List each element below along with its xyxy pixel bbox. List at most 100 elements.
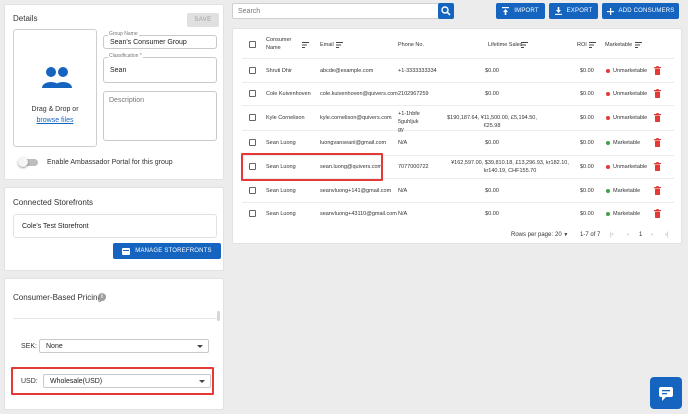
delete-icon[interactable]	[654, 113, 661, 122]
classification-label: Classification *	[108, 53, 143, 59]
lifetime-sales-cell: $0.00	[485, 211, 499, 217]
phone-cell: 7077000722	[398, 164, 429, 170]
page-range: 1-7 of 7	[580, 232, 601, 238]
marketable-status-cell: Unmarketable	[613, 68, 648, 74]
last-page-icon[interactable]: ›|	[665, 232, 669, 238]
browse-files-link[interactable]: browse files	[14, 115, 96, 126]
highlight-sean-row	[241, 153, 383, 181]
marketable-status-cell: Unmarketable	[613, 164, 648, 170]
roi-cell: $0.00	[580, 91, 594, 97]
pricing-title: Consumer-Based Pricing	[13, 293, 102, 302]
delete-icon[interactable]	[654, 89, 661, 98]
row-checkbox[interactable]	[249, 139, 256, 146]
dropzone-text: Drag & Drop or	[31, 106, 79, 113]
header-roi[interactable]: ROI	[577, 42, 587, 48]
next-page-icon[interactable]: ›	[651, 232, 653, 238]
consumer-name-cell: Shruti Dhir	[266, 68, 292, 74]
lifetime-sales-cell: $190,187.64, ¥11,500.00, £5,194.50, €25.…	[447, 115, 537, 129]
sek-pricing-select[interactable]: None	[39, 339, 209, 353]
header-lifetime-sales[interactable]: Lifetime Sales	[488, 42, 523, 48]
rows-per-page-select[interactable]: 20 ▼	[555, 232, 568, 238]
rows-per-page-label: Rows per page:	[511, 232, 554, 238]
scrollbar[interactable]	[217, 311, 220, 321]
ambassador-label: Enable Ambassador Portal for this group	[47, 159, 173, 166]
row-checkbox[interactable]	[249, 67, 256, 74]
delete-icon[interactable]	[654, 162, 661, 171]
manage-storefronts-button[interactable]: MANAGE STOREFRONTS	[113, 243, 221, 259]
email-cell: cole.kuivenhoven@quivers.com	[320, 91, 398, 97]
roi-cell: $0.00	[580, 164, 594, 170]
search-input[interactable]: Search	[238, 8, 260, 15]
header-consumer-name[interactable]: Consumer Name	[266, 36, 292, 52]
header-phone: Phone No.	[398, 42, 424, 48]
status-dot	[606, 165, 610, 169]
people-icon	[42, 67, 72, 88]
sort-icon[interactable]	[635, 42, 642, 48]
row-divider	[242, 130, 674, 131]
export-button[interactable]: EXPORT	[549, 3, 598, 19]
add-consumers-button[interactable]: ADD CONSUMERS	[602, 3, 679, 19]
manage-storefronts-label: MANAGE STOREFRONTS	[135, 248, 212, 254]
classification-field[interactable]: Classification * Sean	[103, 53, 217, 83]
row-checkbox[interactable]	[249, 210, 256, 217]
select-all-checkbox[interactable]	[249, 41, 256, 48]
storefront-icon	[122, 247, 131, 255]
import-button[interactable]: IMPORT	[496, 3, 545, 19]
delete-icon[interactable]	[654, 186, 661, 195]
upload-icon	[502, 7, 510, 15]
details-card: Details SAVE Drag & Drop or browse files…	[4, 4, 224, 180]
sort-icon[interactable]	[589, 42, 596, 48]
status-dot	[606, 69, 610, 73]
delete-icon[interactable]	[654, 209, 661, 218]
email-cell: seanvluong+141@gmail.com	[320, 188, 392, 194]
row-divider	[242, 58, 674, 59]
status-dot	[606, 92, 610, 96]
roi-cell: $0.00	[580, 68, 594, 74]
add-consumers-label: ADD CONSUMERS	[618, 8, 675, 14]
row-checkbox[interactable]	[249, 114, 256, 121]
search-icon	[441, 6, 451, 16]
consumer-name-cell: Cole Kuivenhoven	[266, 91, 311, 97]
roi-cell: $0.00	[580, 115, 594, 121]
phone-cell: N/A	[398, 188, 408, 194]
group-name-field[interactable]: Group Name Sean's Consumer Group	[103, 31, 217, 49]
classification-value: Sean	[110, 67, 127, 74]
chat-button[interactable]	[650, 377, 682, 409]
email-cell: luongvanseanl@gmail.com	[320, 140, 387, 146]
sort-icon[interactable]	[336, 42, 343, 48]
sort-icon[interactable]	[521, 42, 528, 48]
first-page-icon[interactable]: |‹	[610, 232, 614, 238]
row-checkbox[interactable]	[249, 187, 256, 194]
prev-page-icon[interactable]: ‹	[627, 232, 629, 238]
caret-down-icon: ▼	[563, 232, 569, 238]
sort-icon[interactable]	[302, 42, 309, 48]
lifetime-sales-cell: $0.00	[485, 91, 499, 97]
description-field[interactable]: Description	[103, 91, 217, 141]
delete-icon[interactable]	[654, 138, 661, 147]
details-title: Details	[13, 14, 38, 23]
lifetime-sales-cell: ¥162,597.00, $39,810.18, £13,296.93, kr1…	[451, 160, 569, 174]
status-dot	[606, 116, 610, 120]
delete-icon[interactable]	[654, 66, 661, 75]
highlight-usd-select	[11, 367, 214, 395]
currency-label-sek: SEK:	[21, 343, 37, 350]
consumer-name-cell: Kyle Cornelison	[266, 115, 305, 121]
roi-cell: $0.00	[580, 188, 594, 194]
lifetime-sales-cell: $0.00	[485, 68, 499, 74]
info-icon[interactable]: i	[98, 293, 106, 301]
search-box[interactable]: Search	[232, 3, 454, 19]
save-button[interactable]: SAVE	[187, 13, 219, 27]
ambassador-toggle[interactable]	[18, 157, 38, 167]
import-label: IMPORT	[514, 8, 539, 14]
storefront-item[interactable]: Cole's Test Storefront	[13, 214, 217, 238]
sek-pricing-value: None	[46, 343, 63, 350]
email-cell: kyle.cornelison@quivers.com	[320, 115, 392, 121]
marketable-status-cell: Marketable	[613, 188, 641, 194]
header-marketable[interactable]: Marketable	[605, 42, 632, 48]
header-email[interactable]: Email	[320, 42, 334, 48]
row-checkbox[interactable]	[249, 90, 256, 97]
pricing-list-top	[13, 309, 217, 319]
image-dropzone[interactable]: Drag & Drop or browse files	[13, 29, 97, 147]
roi-cell: $0.00	[580, 211, 594, 217]
search-button[interactable]	[438, 3, 454, 19]
